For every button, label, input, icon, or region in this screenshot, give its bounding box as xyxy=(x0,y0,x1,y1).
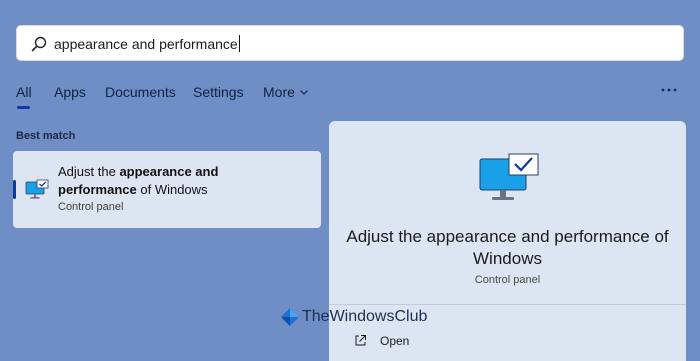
tab-more-label: More xyxy=(263,84,295,100)
monitor-check-icon xyxy=(479,153,539,200)
best-match-result[interactable]: Adjust the appearance and performance of … xyxy=(13,151,321,228)
open-external-icon xyxy=(355,335,366,346)
more-options-icon[interactable] xyxy=(659,80,679,100)
detail-subtitle: Control panel xyxy=(474,274,541,286)
active-tab-indicator xyxy=(17,106,30,109)
tab-documents[interactable]: Documents xyxy=(105,84,176,100)
divider xyxy=(329,304,686,305)
chevron-down-icon xyxy=(300,90,308,95)
windows-club-logo-icon xyxy=(281,308,299,326)
tab-more[interactable]: More xyxy=(263,84,308,100)
detail-title: Adjust the appearance and performance of… xyxy=(346,227,669,268)
watermark-text: TheWindowsClub xyxy=(302,308,428,325)
text-caret xyxy=(238,35,240,52)
open-label: Open xyxy=(380,334,410,348)
search-icon xyxy=(31,36,47,52)
monitor-check-icon xyxy=(25,179,49,199)
search-box[interactable]: appearance and performance xyxy=(16,25,684,61)
search-input[interactable]: appearance and performance xyxy=(54,35,240,52)
tab-all[interactable]: All xyxy=(16,84,32,100)
best-match-label: Best match xyxy=(16,130,76,142)
tab-settings[interactable]: Settings xyxy=(193,84,244,100)
result-subtitle: Control panel xyxy=(58,201,124,213)
tab-apps[interactable]: Apps xyxy=(54,84,86,100)
selection-indicator xyxy=(13,180,16,199)
result-title: Adjust the appearance and performance of … xyxy=(58,164,219,197)
